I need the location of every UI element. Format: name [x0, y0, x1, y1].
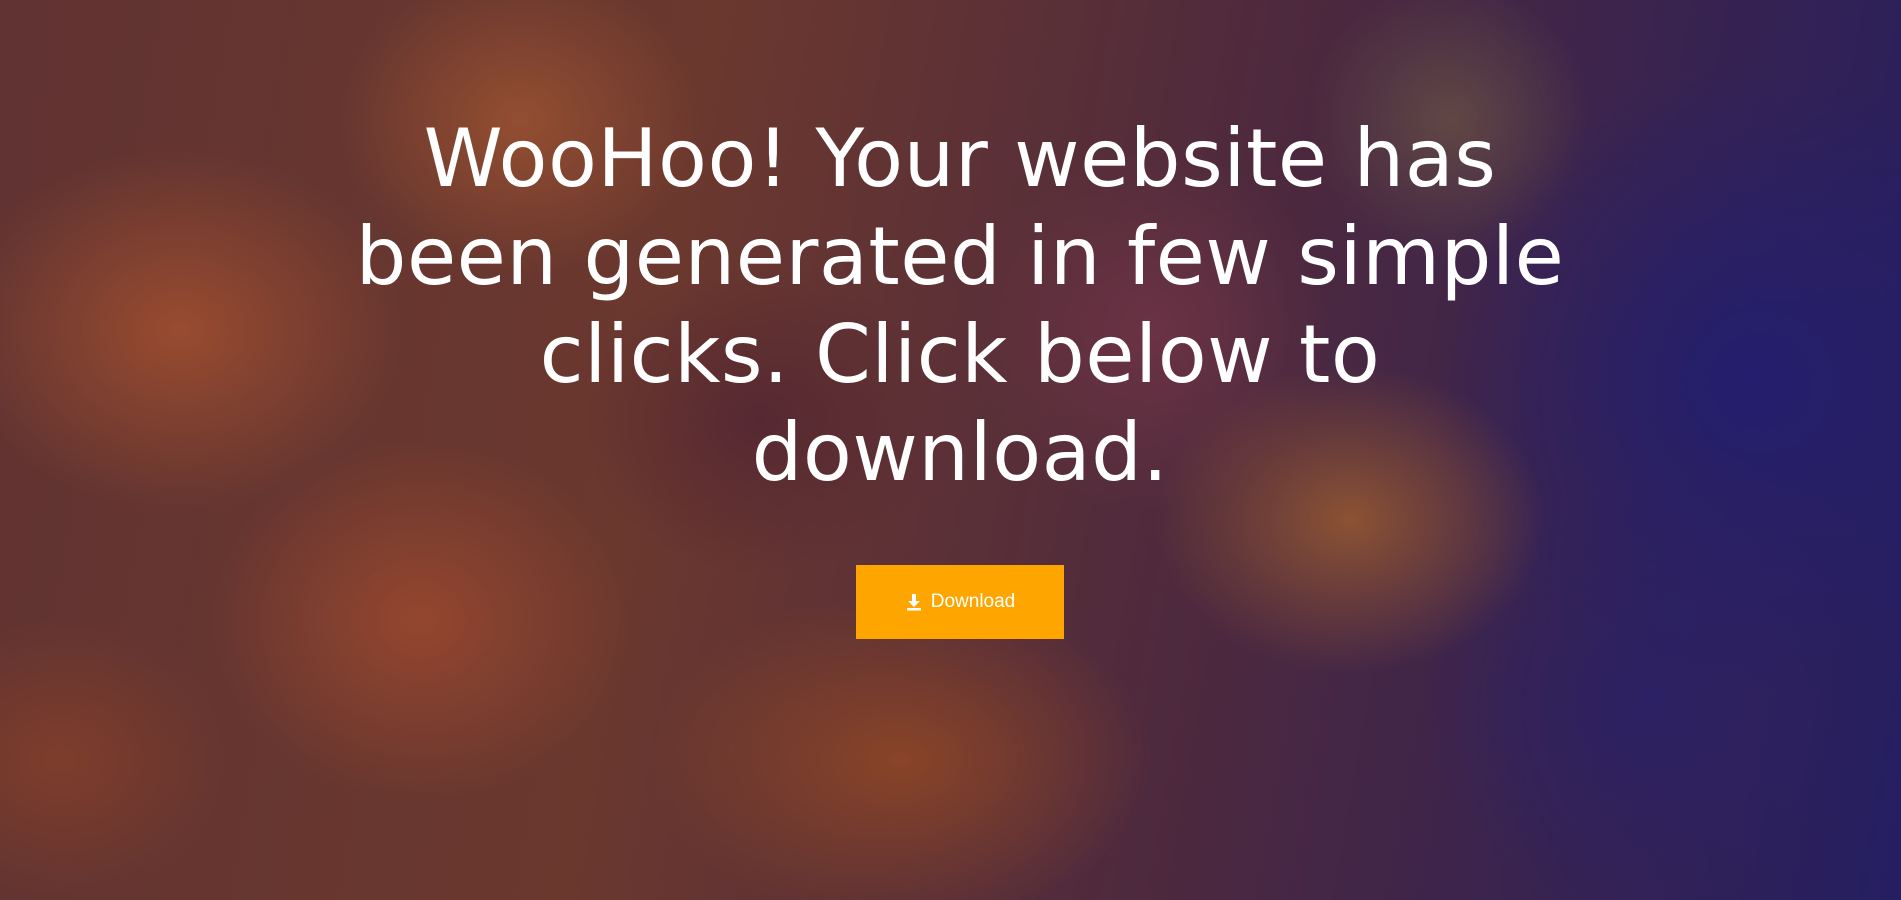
hero-title: WooHoo! Your website has been generated …: [355, 112, 1565, 499]
download-button[interactable]: Download: [856, 565, 1064, 639]
download-icon: [905, 593, 923, 611]
hero-section: WooHoo! Your website has been generated …: [0, 0, 1901, 900]
hero-content: WooHoo! Your website has been generated …: [0, 0, 1901, 900]
download-button-label: Download: [930, 591, 1016, 612]
